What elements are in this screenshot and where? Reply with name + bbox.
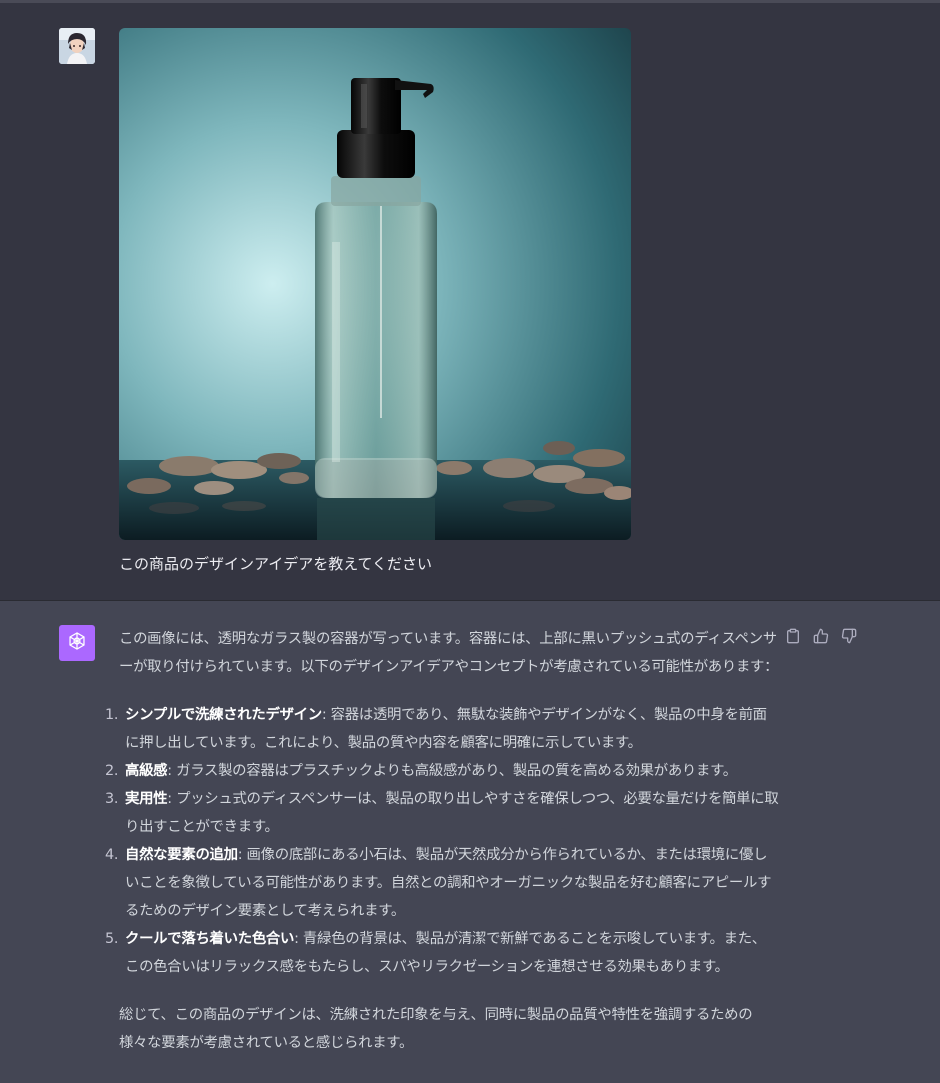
assistant-summary: 総じて、この商品のデザインは、洗練された印象を与え、同時に製品の品質や特性を強調…	[119, 1007, 753, 1051]
list-item: 3. 実用性: プッシュ式のディスペンサーは、製品の取り出しやすさを確保しつつ、必…	[105, 791, 779, 835]
item-text: : プッシュ式のディスペンサーは、製品の取り出しやすさを確保しつつ、必要な量だけ…	[125, 791, 779, 835]
item-title: シンプルで洗練されたデザイン	[125, 707, 322, 723]
clipboard-icon	[785, 628, 801, 648]
item-title: 自然な要素の追加	[125, 847, 238, 863]
user-message-text: この商品のデザインアイデアを教えてください	[119, 555, 433, 573]
uploaded-product-image[interactable]	[119, 28, 631, 540]
user-avatar	[59, 28, 95, 64]
item-title: 実用性	[125, 791, 168, 807]
list-item: 2. 高級感: ガラス製の容器はプラスチックよりも高級感があり、製品の質を高める効…	[105, 763, 737, 779]
copy-button[interactable]	[783, 628, 803, 648]
item-title: クールで落ち着いた色合い	[125, 931, 295, 947]
list-item: 1. シンプルで洗練されたデザイン: 容器は透明であり、無駄な装飾やデザインがなく…	[105, 707, 767, 751]
thumbs-down-icon	[841, 628, 857, 648]
thumbs-up-icon	[813, 628, 829, 648]
item-title: 高級感	[125, 763, 168, 779]
assistant-avatar	[59, 625, 95, 661]
list-item: 4. 自然な要素の追加: 画像の底部にある小石は、製品が天然成分から作られているか…	[105, 847, 772, 919]
item-text: : ガラス製の容器はプラスチックよりも高級感があり、製品の質を高める効果がありま…	[167, 763, 737, 779]
thumbs-down-button[interactable]	[839, 628, 859, 648]
thumbs-up-button[interactable]	[811, 628, 831, 648]
openai-logo-icon	[66, 630, 88, 656]
assistant-message: この画像には、透明なガラス製の容器が写っています。容器には、上部に黒いプッシュ式…	[105, 625, 779, 1057]
message-actions	[783, 628, 859, 648]
design-ideas-list: 1. シンプルで洗練されたデザイン: 容器は透明であり、無駄な装飾やデザインがなく…	[105, 701, 779, 981]
list-item: 5. クールで落ち着いた色合い: 青緑色の背景は、製品が清潔で新鮮であることを示唆…	[105, 931, 766, 975]
assistant-intro: この画像には、透明なガラス製の容器が写っています。容器には、上部に黒いプッシュ式…	[119, 631, 779, 675]
